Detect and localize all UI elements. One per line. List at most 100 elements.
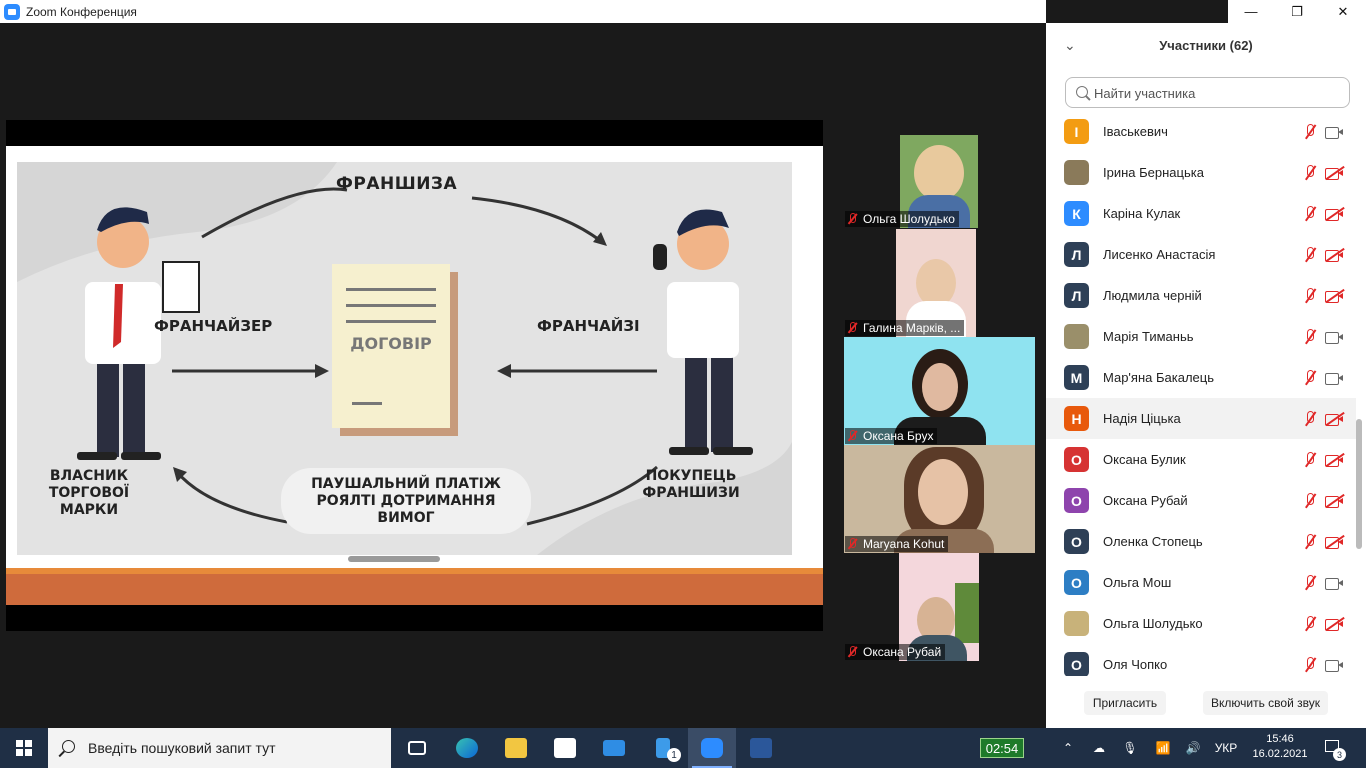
microphone-icon[interactable]: 🎙 [1120,728,1140,768]
slide-background: ДОГОВІР ФРАНШИЗА ФРАНЧАЙЗЕР ФРАНЧАЙЗІ ВЛ… [6,146,823,570]
camera-off-icon [1325,411,1345,426]
avatar: І [1064,119,1089,144]
avatar: Н [1064,406,1089,431]
volume-icon[interactable]: 🔊 [1182,728,1204,768]
participant-row[interactable]: К Каріна Кулак [1046,193,1356,234]
participant-name: Ірина Бернацька [1103,165,1204,180]
language-indicator[interactable]: УКР [1212,728,1240,768]
participant-row[interactable]: О Оксана Рубай [1046,480,1356,521]
phone-app-button[interactable]: 1 [639,728,687,768]
participant-row[interactable]: О Оленка Стопець [1046,521,1356,562]
muted-mic-icon[interactable] [1302,205,1318,223]
notifications-button[interactable]: 3 [1323,738,1346,761]
scrollbar-thumb[interactable] [1356,419,1362,549]
edge-button[interactable] [443,728,491,768]
participant-name: Оксана Булик [1103,452,1186,467]
participant-row[interactable]: Ірина Бернацька [1046,152,1356,193]
avatar: Л [1064,283,1089,308]
system-clock[interactable]: 15:46 16.02.2021 [1250,732,1310,762]
muted-mic-icon[interactable] [1302,369,1318,387]
camera-off-icon [1325,616,1345,631]
participant-name: Оля Чопко [1103,657,1168,672]
participant-search[interactable] [1065,77,1350,108]
avatar: К [1064,201,1089,226]
franchisee-label: ФРАНЧАЙЗІ [537,317,640,335]
participant-name: Ольга Мош [1103,575,1172,590]
participant-scrollbar[interactable] [1356,111,1362,676]
participant-row[interactable]: Л Людмила черній [1046,275,1356,316]
invite-button[interactable]: Пригласить [1084,691,1166,715]
unmute-button[interactable]: Включить свой звук [1203,691,1328,715]
muted-mic-icon[interactable] [1302,533,1318,551]
participant-row[interactable]: Н Надія Ціцька [1046,398,1356,439]
muted-mic-icon[interactable] [1302,615,1318,633]
participant-row[interactable]: М Мар'яна Бакалець [1046,357,1356,398]
muted-mic-icon[interactable] [1302,451,1318,469]
close-button[interactable]: ✕ [1320,0,1366,23]
video-tile[interactable]: Галина Марків, ... [843,229,1034,337]
camera-icon [1325,576,1345,590]
contract-document: ДОГОВІР [332,264,450,428]
participant-name: Каріна Кулак [1103,206,1181,221]
video-tile[interactable]: Оксана Брух [843,337,1035,445]
taskbar-search[interactable]: Введіть пошуковий запит тут [48,728,391,768]
word-button[interactable] [737,728,785,768]
meeting-area: ДОГОВІР ФРАНШИЗА ФРАНЧАЙЗЕР ФРАНЧАЙЗІ ВЛ… [0,23,1046,728]
task-view-button[interactable] [393,728,441,768]
muted-mic-icon[interactable] [1302,574,1318,592]
minimize-button[interactable]: — [1228,0,1274,23]
file-explorer-button[interactable] [492,728,540,768]
muted-mic-icon[interactable] [1302,328,1318,346]
participant-row[interactable]: О Оксана Булик [1046,439,1356,480]
mail-button[interactable] [590,728,638,768]
camera-off-icon [1325,452,1345,467]
avatar: М [1064,365,1089,390]
mail-icon [603,740,625,756]
muted-mic-icon[interactable] [1302,123,1318,141]
zoom-logo-icon [4,3,20,20]
participant-row[interactable]: Ольга Шолудько [1046,603,1356,644]
taskbar-search-text: Введіть пошуковий запит тут [88,740,276,756]
wifi-icon[interactable]: 📶 [1152,728,1174,768]
video-name-tag: Оксана Рубай [845,644,946,660]
window-title: Zoom Конференция [26,4,137,19]
participant-row[interactable]: Л Лисенко Анастасія [1046,234,1356,275]
muted-mic-icon[interactable] [1302,410,1318,428]
muted-mic-icon[interactable] [1302,287,1318,305]
zoom-icon [701,738,723,758]
restore-button[interactable]: ❐ [1274,0,1320,23]
muted-mic-icon [847,213,857,225]
search-input[interactable] [1094,83,1344,103]
cloud-icon[interactable]: ☁ [1088,728,1110,768]
avatar: О [1064,652,1089,676]
video-tile[interactable]: Ольга Шолудько [843,121,1034,228]
muted-mic-icon[interactable] [1302,164,1318,182]
zoom-taskbar-button[interactable] [688,728,736,768]
recording-timer: 02:54 [980,738,1024,758]
slide-title: ФРАНШИЗА [336,174,458,194]
participant-name: Мар'яна Бакалець [1103,370,1214,385]
video-tile[interactable]: Maryana Kohut [843,445,1035,553]
muted-mic-icon[interactable] [1302,246,1318,264]
participant-row[interactable]: О Оля Чопко [1046,644,1356,676]
video-name-tag: Maryana Kohut [845,536,949,552]
muted-mic-icon[interactable] [1302,656,1318,674]
participant-name: Ольга Шолудько [1103,616,1203,631]
participant-row[interactable]: І Іваськевич [1046,111,1356,152]
participant-row[interactable]: О Ольга Мош [1046,562,1356,603]
document-label: ДОГОВІР [350,334,432,353]
avatar: Л [1064,242,1089,267]
video-name-tag: Ольга Шолудько [845,211,959,227]
store-button[interactable] [541,728,589,768]
start-button[interactable] [0,728,48,768]
muted-mic-icon[interactable] [1302,492,1318,510]
participant-row[interactable]: Марія Тиманьь [1046,316,1356,357]
chevron-up-icon[interactable]: ⌃ [1058,728,1078,768]
owner-label: ВЛАСНИК ТОРГОВОЇ МАРКИ [48,468,130,518]
muted-mic-icon [847,538,857,550]
participants-panel: ⌄ Участники (62) І Іваськевич Ірина Берн… [1046,23,1366,728]
clock-time: 15:46 [1266,733,1294,745]
video-tile[interactable]: Оксана Рубай [843,553,1034,661]
participant-list: І Іваськевич Ірина Бернацька К Каріна Ку… [1046,111,1366,676]
slide-stand [348,556,440,562]
